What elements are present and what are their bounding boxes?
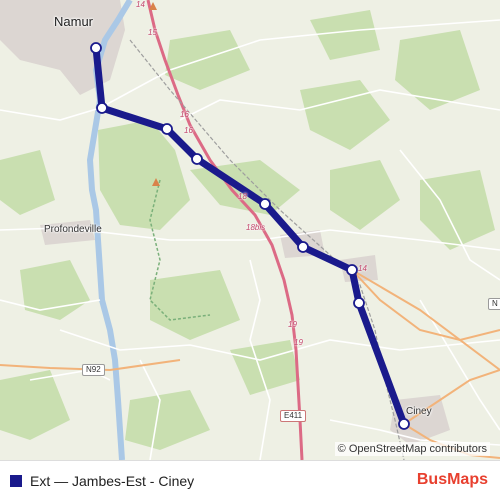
road-label: 19 [294,338,303,347]
road-label: 18 [238,192,247,201]
bus-stop[interactable] [398,418,410,430]
brand-bus: Bus [416,471,448,488]
road-label: 16 [184,126,193,135]
road-shield-n92: N92 [82,364,105,376]
map-attribution[interactable]: © OpenStreetMap contributors [334,442,490,456]
brand-maps: Maps [447,471,488,488]
place-label-profondeville: Profondeville [44,224,102,235]
bus-stop[interactable] [346,264,358,276]
road-label: 18bis [246,223,266,232]
attribution-text[interactable]: © OpenStreetMap contributors [338,443,487,455]
busmaps-logo[interactable]: BusMaps [417,471,488,489]
road-shield-e411: E411 [280,410,307,422]
road-label: 14 [358,264,367,273]
bus-stop[interactable] [297,241,309,253]
road-label: 14 [136,0,145,9]
bus-stop[interactable] [353,297,365,309]
route-legend: Ext — Jambes-Est - Ciney BusMaps [0,460,500,501]
map-view[interactable]: Namur Profondeville Ciney 14 15 16 16 18… [0,0,500,460]
road-label: 19 [288,320,297,329]
bus-stop[interactable] [161,123,173,135]
bus-stop[interactable] [90,42,102,54]
bus-stop[interactable] [191,153,203,165]
road-shield-n: N [488,298,500,310]
road-label: 16 [180,110,189,119]
secondary-roads [0,47,500,459]
route-color-swatch [10,475,22,487]
bus-stop[interactable] [96,102,108,114]
place-label-ciney: Ciney [406,406,432,417]
route-legend-label: Ext — Jambes-Est - Ciney [30,473,195,489]
place-label-namur: Namur [54,14,94,29]
road-label: 15 [148,28,157,37]
bus-stop[interactable] [259,198,271,210]
